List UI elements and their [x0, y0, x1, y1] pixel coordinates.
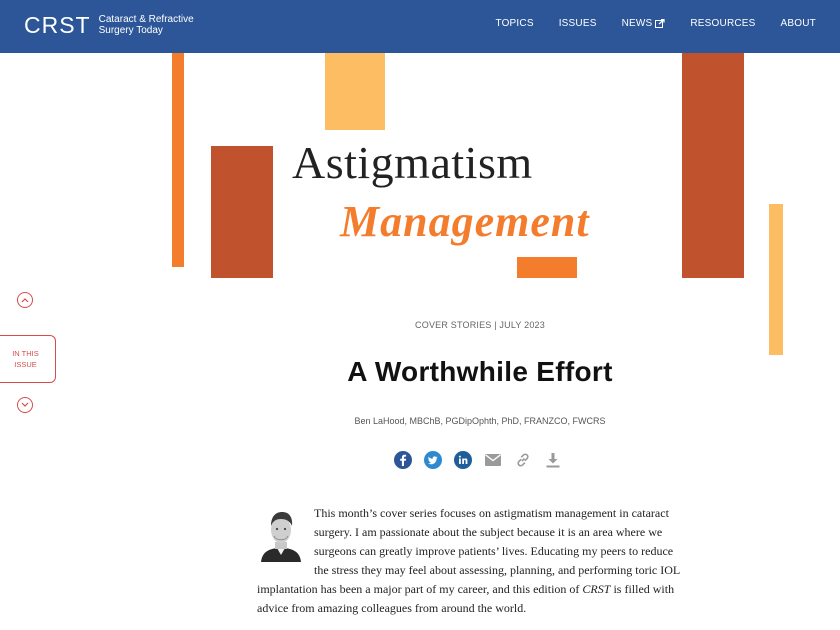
logo-mark: CRST — [24, 12, 91, 38]
logo-subtitle: Cataract & Refractive Surgery Today — [99, 14, 209, 36]
nav-issues[interactable]: ISSUES — [559, 18, 597, 29]
email-icon[interactable] — [484, 451, 502, 469]
hero-title-line2: Management — [340, 197, 590, 246]
intro-line5-end: is filled with — [610, 582, 675, 596]
site-header: CRST Cataract & Refractive Surgery Today… — [0, 0, 840, 53]
chevron-up-icon — [21, 298, 29, 303]
nav-about-label: ABOUT — [780, 18, 816, 29]
twitter-icon[interactable] — [424, 451, 442, 469]
intro-italic-crst: CRST — [582, 582, 611, 596]
scroll-up-button[interactable] — [17, 292, 33, 308]
article-kicker: COVER STORIES | JULY 2023 — [415, 320, 545, 330]
intro-line: the stress they may feel about assessing… — [314, 563, 681, 577]
article-byline: Ben LaHood, MBChB, PGDipOphth, PhD, FRAN… — [354, 416, 606, 426]
external-link-icon — [655, 19, 665, 28]
site-logo[interactable]: CRST Cataract & Refractive Surgery Today — [24, 12, 209, 38]
nav-resources[interactable]: RESOURCES — [690, 18, 755, 29]
logo-subtitle-line1: Cataract & Refractive — [98, 14, 194, 25]
intro-line: implantation has been a major part of my… — [257, 580, 697, 599]
intro-line: advice from amazing colleagues from arou… — [257, 601, 527, 615]
intro-line: surgery. I am passionate about the subje… — [314, 525, 663, 539]
logo-subtitle-line2: Surgery Today — [98, 25, 163, 36]
hero-bar-light-right — [769, 204, 783, 355]
nav-news[interactable]: NEWS — [622, 18, 666, 29]
hero-bar-rust-right — [682, 53, 744, 278]
scroll-down-button[interactable] — [17, 397, 33, 413]
download-icon[interactable] — [544, 451, 562, 469]
hero-bar-orange-left — [172, 53, 184, 267]
chevron-down-icon — [21, 402, 29, 407]
nav-issues-label: ISSUES — [558, 18, 597, 29]
link-icon[interactable] — [514, 451, 532, 469]
intro-line: surgeons can greatly improve patients’ l… — [314, 544, 674, 558]
hero-bar-light-top — [325, 53, 385, 130]
nav-news-label: NEWS — [621, 18, 653, 29]
linkedin-icon[interactable] — [454, 451, 472, 469]
nav-resources-label: RESOURCES — [690, 18, 756, 29]
intro-line5-start: implantation has been a major part of my… — [257, 582, 583, 596]
nav-topics[interactable]: TOPICS — [495, 18, 533, 29]
hero-title-line1: Astigmatism — [292, 137, 533, 188]
article-intro: This month’s cover series focuses on ast… — [257, 504, 697, 618]
nav-about[interactable]: ABOUT — [781, 18, 816, 29]
intro-line: This month’s cover series focuses on ast… — [314, 506, 669, 520]
share-bar — [394, 451, 562, 469]
hero-bar-orange-small — [517, 257, 577, 278]
facebook-icon[interactable] — [394, 451, 412, 469]
article-headline: A Worthwhile Effort — [347, 356, 613, 387]
hero-bar-rust-left — [211, 146, 273, 278]
main-nav: TOPICS ISSUES NEWS RESOURCES ABOUT — [495, 18, 816, 29]
nav-topics-label: TOPICS — [495, 18, 534, 29]
